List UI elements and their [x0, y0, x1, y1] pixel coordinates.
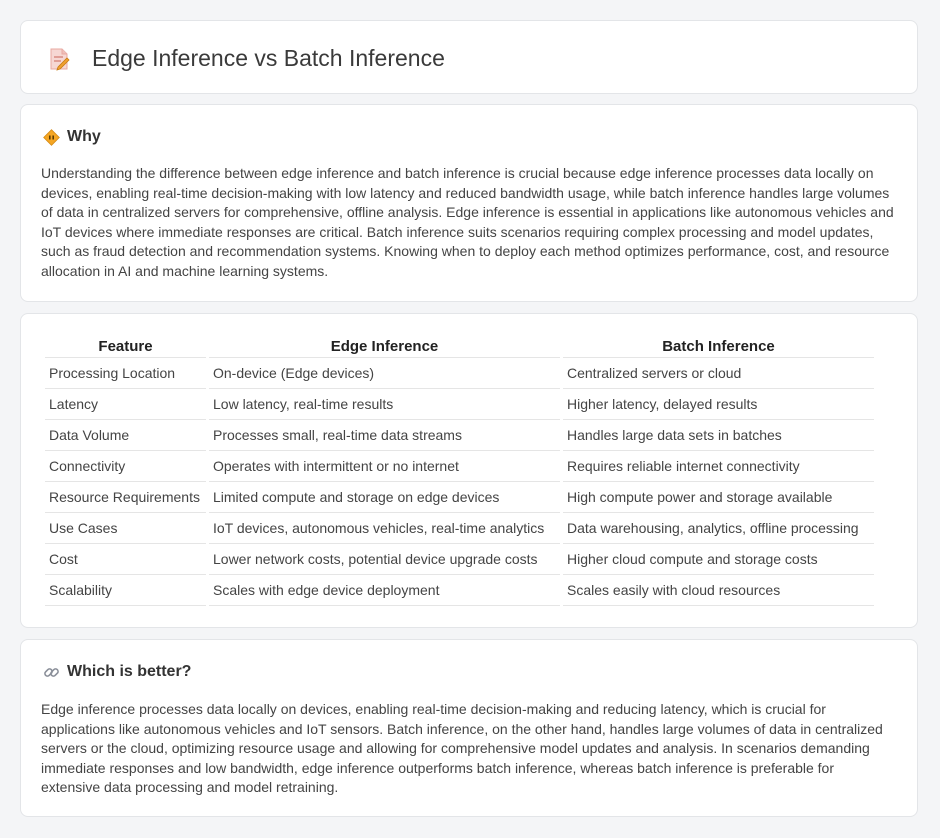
column-header-edge: Edge Inference	[209, 334, 560, 358]
better-heading-label: Which is better?	[67, 663, 192, 680]
edge-cell: Lower network costs, potential device up…	[209, 544, 560, 575]
batch-cell: Centralized servers or cloud	[563, 358, 874, 389]
edge-cell: Low latency, real-time results	[209, 389, 560, 420]
table-row: Cost Lower network costs, potential devi…	[45, 544, 874, 575]
table-row: Latency Low latency, real-time results H…	[45, 389, 874, 420]
comparison-table: Feature Edge Inference Batch Inference P…	[42, 334, 877, 606]
document-edit-icon	[48, 47, 70, 71]
why-section: Why Understanding the difference between…	[20, 104, 918, 302]
feature-cell: Processing Location	[45, 358, 206, 389]
edge-cell: Processes small, real-time data streams	[209, 420, 560, 451]
header-card: Edge Inference vs Batch Inference	[20, 20, 918, 94]
batch-cell: Data warehousing, analytics, offline pro…	[563, 513, 874, 544]
edge-cell: Operates with intermittent or no interne…	[209, 451, 560, 482]
why-body: Understanding the difference between edg…	[41, 165, 894, 279]
feature-cell: Resource Requirements	[45, 482, 206, 513]
batch-cell: Scales easily with cloud resources	[563, 575, 874, 606]
column-header-batch: Batch Inference	[563, 334, 874, 358]
edge-cell: IoT devices, autonomous vehicles, real-t…	[209, 513, 560, 544]
better-heading: Which is better?	[43, 662, 191, 682]
edge-cell: On-device (Edge devices)	[209, 358, 560, 389]
feature-cell: Data Volume	[45, 420, 206, 451]
batch-cell: Higher latency, delayed results	[563, 389, 874, 420]
edge-cell: Limited compute and storage on edge devi…	[209, 482, 560, 513]
feature-cell: Use Cases	[45, 513, 206, 544]
edge-cell: Scales with edge device deployment	[209, 575, 560, 606]
feature-cell: Latency	[45, 389, 206, 420]
table-header-row: Feature Edge Inference Batch Inference	[45, 334, 874, 358]
why-heading: Why	[43, 127, 101, 147]
which-is-better-section: Which is better? Edge inference processe…	[20, 639, 918, 817]
batch-cell: Handles large data sets in batches	[563, 420, 874, 451]
table-row: Scalability Scales with edge device depl…	[45, 575, 874, 606]
batch-cell: High compute power and storage available	[563, 482, 874, 513]
batch-cell: Higher cloud compute and storage costs	[563, 544, 874, 575]
table-row: Processing Location On-device (Edge devi…	[45, 358, 874, 389]
comparison-section: Feature Edge Inference Batch Inference P…	[20, 313, 918, 628]
link-icon	[43, 664, 60, 681]
feature-cell: Connectivity	[45, 451, 206, 482]
table-row: Resource Requirements Limited compute an…	[45, 482, 874, 513]
table-row: Connectivity Operates with intermittent …	[45, 451, 874, 482]
feature-cell: Cost	[45, 544, 206, 575]
better-body: Edge inference processes data locally on…	[41, 701, 883, 795]
table-row: Data Volume Processes small, real-time d…	[45, 420, 874, 451]
table-row: Use Cases IoT devices, autonomous vehicl…	[45, 513, 874, 544]
column-header-feature: Feature	[45, 334, 206, 358]
diamond-sign-icon	[43, 128, 60, 146]
batch-cell: Requires reliable internet connectivity	[563, 451, 874, 482]
feature-cell: Scalability	[45, 575, 206, 606]
why-heading-label: Why	[67, 128, 101, 145]
page-title: Edge Inference vs Batch Inference	[92, 45, 445, 71]
